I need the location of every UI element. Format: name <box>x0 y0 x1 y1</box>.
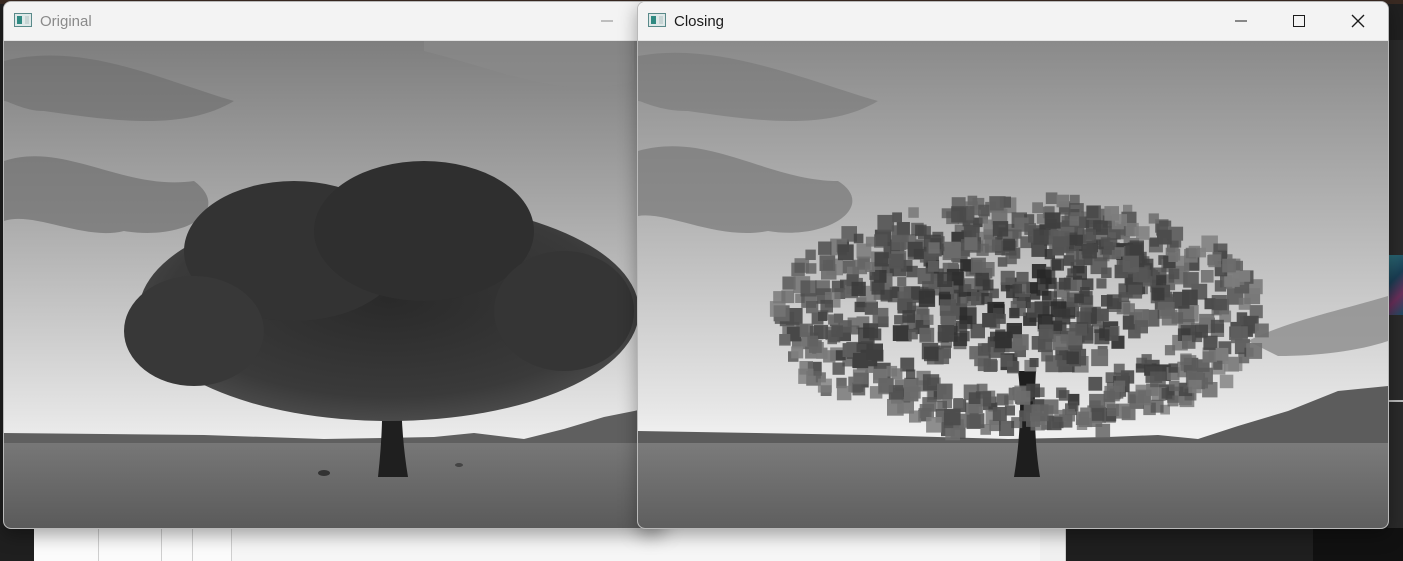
original-window-title: Original <box>40 13 92 30</box>
original-titlebar[interactable]: Original <box>4 2 664 41</box>
closing-window[interactable]: Closing <box>637 1 1389 529</box>
closing-window-title: Closing <box>674 13 725 30</box>
opencv-window-icon <box>14 13 32 27</box>
background-divider <box>1388 400 1403 402</box>
opencv-window-icon <box>648 13 666 27</box>
closing-close-button[interactable] <box>1329 2 1387 40</box>
closing-maximize-button[interactable] <box>1270 2 1328 40</box>
closing-image <box>638 41 1388 528</box>
minimize-icon <box>601 20 613 22</box>
background-column <box>162 528 193 561</box>
close-icon <box>1351 14 1365 28</box>
closing-titlebar[interactable]: Closing <box>638 2 1388 41</box>
background-dark-panel <box>1313 528 1403 561</box>
background-thumbnail <box>1388 255 1403 315</box>
minimize-icon <box>1235 20 1247 22</box>
maximize-icon <box>1293 15 1305 27</box>
original-window[interactable]: Original <box>3 1 665 529</box>
original-minimize-button[interactable] <box>578 2 636 40</box>
background-column <box>1040 528 1066 561</box>
background-column <box>34 528 99 561</box>
background-column <box>193 528 232 561</box>
original-image <box>4 41 664 528</box>
background-column <box>99 528 162 561</box>
closing-minimize-button[interactable] <box>1212 2 1270 40</box>
